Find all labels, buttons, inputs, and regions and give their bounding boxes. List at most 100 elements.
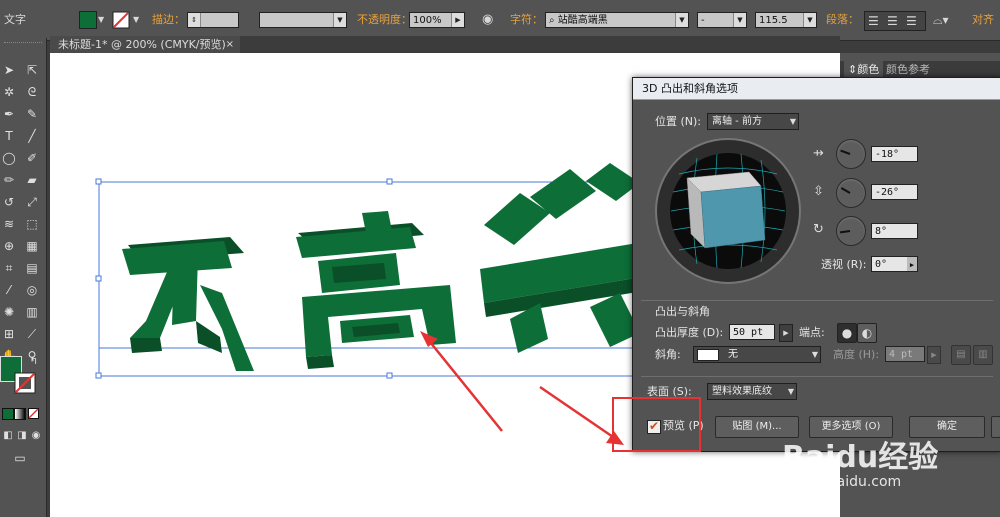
stroke-none-icon bbox=[14, 372, 36, 394]
slice-icon[interactable]: ⟋ bbox=[24, 326, 40, 342]
pen-tool-icon[interactable]: ✒ bbox=[1, 106, 17, 122]
draw-inside-icon[interactable]: ◉ bbox=[28, 428, 44, 444]
font-family-value: 站酷高端黑 bbox=[557, 15, 608, 26]
stroke-label[interactable]: 描边： bbox=[152, 11, 185, 29]
type-tool-icon[interactable]: T bbox=[1, 128, 17, 144]
rotate-x-dial[interactable] bbox=[836, 139, 866, 169]
track-cube-dial[interactable] bbox=[655, 138, 801, 284]
none-mode-icon[interactable] bbox=[28, 408, 39, 419]
3d-extrude-bevel-dialog: 3D 凸出和斜角选项 位置 (N): 离轴 - 前方 ▼ ⇸ -18° ⇳ -26… bbox=[632, 77, 1000, 452]
control-bar: 文字 ▼ ▼ 描边： ⇕ ▼ 不透明度： 100% ▶ ◉ 字符： ⌕ 站酷高端黑… bbox=[0, 0, 1000, 41]
line-tool-icon[interactable]: ╱ bbox=[24, 128, 40, 144]
stroke-swatch[interactable] bbox=[112, 11, 130, 29]
color-mode-icon[interactable] bbox=[2, 408, 14, 420]
dial-indicator-icon bbox=[839, 230, 851, 234]
document-tab[interactable]: 未标题-1* @ 200% (CMYK/预览) × bbox=[50, 36, 240, 53]
bevel-out-icon[interactable]: ▤ bbox=[951, 345, 971, 365]
recolor-icon[interactable]: ◉ bbox=[482, 11, 493, 29]
font-family-dropdown[interactable]: ⌕ 站酷高端黑 ▼ bbox=[545, 12, 689, 28]
chevron-down-icon[interactable]: ▼ bbox=[98, 11, 104, 29]
chevron-down-icon: ▼ bbox=[787, 387, 794, 396]
char-label[interactable]: 字符： bbox=[510, 11, 543, 29]
eyedropper-icon[interactable]: ⁄ bbox=[1, 282, 17, 298]
perspective-field[interactable]: 0° ▶ bbox=[871, 256, 918, 272]
shape-builder-icon[interactable]: ⊕ bbox=[1, 238, 17, 254]
artboard-icon[interactable]: ⊞ bbox=[1, 326, 17, 342]
rotate-icon[interactable]: ↺ bbox=[1, 194, 17, 210]
selection-tool-icon[interactable]: ➤ bbox=[1, 62, 17, 78]
swap-fill-stroke-icon[interactable]: ↰ bbox=[26, 354, 42, 370]
opacity-label[interactable]: 不透明度： bbox=[357, 11, 412, 29]
stroke-weight-field[interactable]: ⇕ bbox=[187, 12, 239, 28]
char-xing-3d bbox=[480, 163, 656, 353]
perspective-label: 透视 (R): bbox=[821, 258, 867, 271]
selection-handle bbox=[386, 372, 393, 379]
surface-dropdown[interactable]: 塑料效果底纹 ▼ bbox=[707, 383, 797, 400]
bevel-value: 无 bbox=[728, 349, 738, 360]
scale-icon[interactable]: ⤢ bbox=[24, 194, 40, 210]
height-field[interactable]: 4 pt bbox=[885, 346, 925, 362]
cap-off-icon[interactable]: ◐ bbox=[857, 323, 877, 343]
perspective-value: 0° bbox=[875, 259, 888, 270]
lasso-icon[interactable]: ᘓ bbox=[24, 84, 40, 100]
eraser-icon[interactable]: ▰ bbox=[24, 172, 40, 188]
gradient-mode-icon[interactable] bbox=[14, 408, 26, 420]
warp-icon[interactable]: ⌓▾ bbox=[933, 11, 949, 29]
opacity-field[interactable]: 100% ▶ bbox=[409, 12, 465, 28]
font-size-field[interactable]: 115.5 ▼ bbox=[755, 12, 817, 28]
dialog-title[interactable]: 3D 凸出和斜角选项 bbox=[633, 78, 1000, 100]
ellipse-tool-icon[interactable]: ◯ bbox=[1, 150, 17, 166]
tab-color[interactable]: ⇕颜色 bbox=[844, 61, 884, 78]
paintbrush-icon[interactable]: ✐ bbox=[24, 150, 40, 166]
height-label: 高度 (H): bbox=[833, 348, 880, 361]
warp-tool-icon[interactable]: ≋ bbox=[1, 216, 17, 232]
symbol-sprayer-icon[interactable]: ✺ bbox=[1, 304, 17, 320]
rotate-z-field[interactable]: 8° bbox=[871, 223, 918, 239]
blend-icon[interactable]: ◎ bbox=[24, 282, 40, 298]
section-divider bbox=[641, 300, 993, 301]
bevel-in-icon[interactable]: ▥ bbox=[973, 345, 993, 365]
perspective-grid-icon[interactable]: ▦ bbox=[24, 238, 40, 254]
pencil-icon[interactable]: ✏ bbox=[1, 172, 17, 188]
align-right-icon[interactable]: ☰ bbox=[906, 13, 917, 29]
curvature-tool-icon[interactable]: ✎ bbox=[24, 106, 40, 122]
dial-indicator-icon bbox=[840, 149, 851, 155]
close-icon[interactable]: × bbox=[226, 36, 234, 53]
free-transform-icon[interactable]: ⬚ bbox=[24, 216, 40, 232]
variable-width-dropdown[interactable]: ▼ bbox=[259, 12, 347, 28]
chevron-down-icon[interactable]: ▼ bbox=[133, 11, 139, 29]
rotate-y-axis-icon: ⇳ bbox=[813, 184, 824, 199]
cap-on-icon[interactable]: ● bbox=[837, 323, 857, 343]
chevron-right-icon[interactable]: ▶ bbox=[779, 324, 793, 342]
tab-color-guide[interactable]: 颜色参考 bbox=[886, 61, 930, 78]
rotate-x-field[interactable]: -18° bbox=[871, 146, 918, 162]
toolbox-grip[interactable] bbox=[4, 42, 42, 49]
rotate-z-dial[interactable] bbox=[836, 216, 866, 246]
rotate-y-field[interactable]: -26° bbox=[871, 184, 918, 200]
align-buttons: ☰ ☰ ☰ bbox=[864, 11, 926, 31]
mesh-icon[interactable]: ⌗ bbox=[1, 260, 17, 276]
align-center-icon[interactable]: ☰ bbox=[887, 13, 898, 29]
column-graph-icon[interactable]: ▥ bbox=[24, 304, 40, 320]
rotate-y-dial[interactable] bbox=[836, 178, 866, 208]
opacity-value: 100% bbox=[413, 15, 442, 26]
gradient-icon[interactable]: ▤ bbox=[24, 260, 40, 276]
selection-handle bbox=[95, 372, 102, 379]
align-label[interactable]: 对齐 bbox=[972, 11, 994, 29]
selection-handle bbox=[95, 275, 102, 282]
magic-wand-icon[interactable]: ✲ bbox=[1, 84, 17, 100]
screen-mode-icon[interactable]: ▭ bbox=[12, 450, 28, 466]
font-style-dropdown[interactable]: - ▼ bbox=[697, 12, 747, 28]
extrude-depth-field[interactable]: 50 pt bbox=[729, 324, 775, 340]
position-dropdown[interactable]: 离轴 - 前方 ▼ bbox=[707, 113, 799, 130]
chevron-right-icon[interactable]: ▶ bbox=[907, 257, 917, 271]
dial-indicator-icon bbox=[840, 187, 851, 194]
cancel-button[interactable] bbox=[991, 416, 1000, 438]
position-value: 离轴 - 前方 bbox=[712, 116, 762, 127]
chevron-right-icon[interactable]: ▶ bbox=[927, 346, 941, 364]
direct-selection-icon[interactable]: ⇱ bbox=[24, 62, 40, 78]
bevel-dropdown[interactable]: 无 ▼ bbox=[693, 346, 821, 363]
align-left-icon[interactable]: ☰ bbox=[868, 13, 879, 29]
stroke-color-box[interactable] bbox=[14, 372, 36, 394]
paragraph-label[interactable]: 段落： bbox=[826, 11, 859, 29]
